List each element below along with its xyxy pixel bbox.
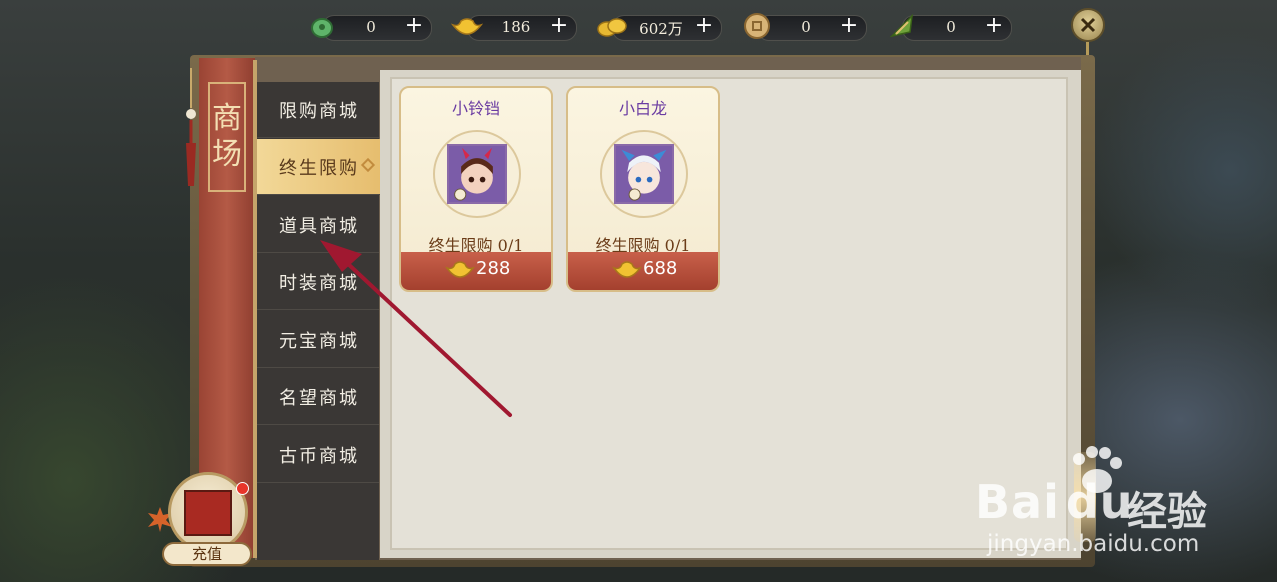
recharge-button[interactable]: 充值 bbox=[162, 472, 252, 568]
watermark-logo-head: Bai bbox=[975, 475, 1060, 529]
treasure-chest-icon bbox=[184, 490, 232, 536]
baidu-watermark: Bai du 经验 jingyan.baidu.com bbox=[975, 445, 1275, 580]
watermark-url: jingyan.baidu.com bbox=[987, 531, 1200, 557]
watermark-logo: Bai du bbox=[975, 475, 1134, 529]
watermark-cn: 经验 bbox=[1127, 489, 1207, 535]
watermark-logo-tail: du bbox=[1065, 475, 1134, 529]
notification-dot bbox=[236, 482, 249, 495]
recharge-label: 充值 bbox=[162, 542, 252, 566]
